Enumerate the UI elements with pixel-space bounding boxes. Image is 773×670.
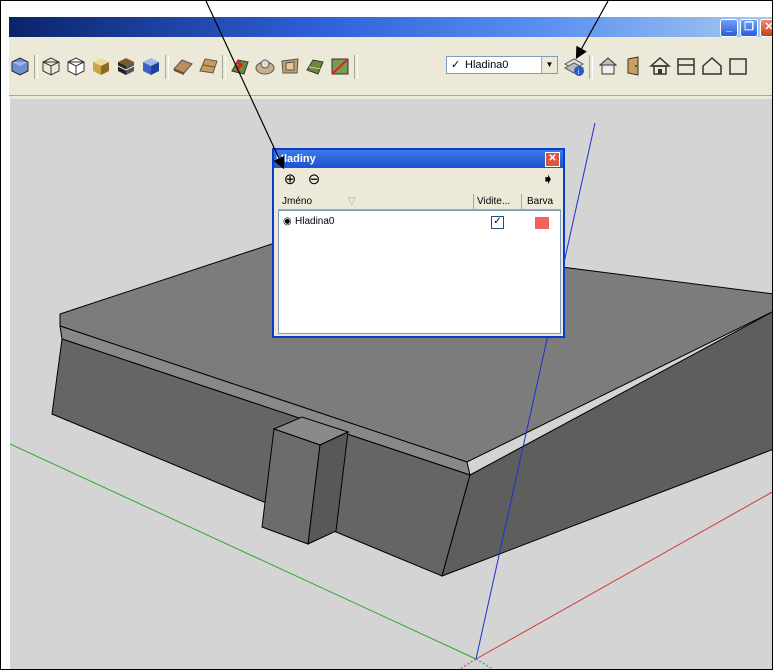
flip-edge-icon[interactable]: [329, 55, 351, 77]
layer-row[interactable]: ◉ Hladina0 ✓: [279, 215, 560, 229]
remove-layer-button[interactable]: ⊖: [306, 172, 322, 188]
stamp-icon[interactable]: [279, 55, 301, 77]
column-color-header[interactable]: Barva: [527, 195, 553, 208]
house-3d-icon[interactable]: [597, 55, 619, 77]
app-titlebar: [9, 17, 772, 37]
layers-list: ◉ Hladina0 ✓: [278, 210, 561, 334]
layers-table-header: Jméno ▽ Vidite... Barva: [278, 194, 561, 210]
visible-checkbox[interactable]: ✓: [491, 216, 504, 229]
green-axis-neg: [475, 658, 494, 669]
active-layer-radio[interactable]: ◉: [283, 215, 292, 229]
sort-indicator-icon: ▽: [348, 196, 356, 207]
drape-icon[interactable]: [304, 55, 326, 77]
layers-dialog: Hladiny ✕ ⊕ ⊖ ➧ Jméno ▽ Vidite... Barva …: [272, 148, 565, 338]
top-margin: [1, 1, 772, 17]
sandbox-contours-icon[interactable]: [229, 55, 251, 77]
monochrome-style-icon[interactable]: [140, 55, 162, 77]
layer-color-swatch[interactable]: [535, 217, 549, 229]
details-arrow-icon[interactable]: ➧: [540, 172, 556, 188]
red-axis-neg: [459, 658, 477, 669]
toolbar-row: ✓ Hladina0 ▼ i: [9, 53, 772, 79]
house-side-icon[interactable]: [701, 55, 723, 77]
layer-dropdown[interactable]: ✓ Hladina0 ▼: [446, 56, 558, 74]
house-outline-icon[interactable]: [649, 55, 671, 77]
close-button[interactable]: ✕: [760, 19, 772, 37]
wireframe-style-icon[interactable]: [65, 55, 87, 77]
xray-style-icon[interactable]: [40, 55, 62, 77]
house-back-icon[interactable]: [727, 55, 749, 77]
layer-name: Hladina0: [295, 216, 335, 227]
terrain-icon[interactable]: [197, 55, 219, 77]
chevron-down-icon[interactable]: ▼: [541, 57, 557, 73]
shaded-style-icon[interactable]: [90, 55, 112, 77]
layer-check-icon: ✓: [451, 59, 461, 71]
dialog-title[interactable]: Hladiny: [274, 150, 563, 168]
layer-dropdown-value: Hladina0: [465, 59, 509, 71]
section-icon[interactable]: [172, 55, 194, 77]
toolbar-area: ✓ Hladina0 ▼ i: [9, 37, 772, 99]
view-iso-icon[interactable]: [9, 55, 31, 77]
house-front-icon[interactable]: [675, 55, 697, 77]
minimize-button[interactable]: _: [720, 19, 738, 37]
restore-button[interactable]: ❐: [740, 19, 758, 37]
smoove-icon[interactable]: [254, 55, 276, 77]
screenshot-frame: _ ❐ ✕ ✓ Hladina0 ▼ i Hladiny ✕ ⊕ ⊖ ➧ Jmé…: [0, 0, 773, 670]
layer-manager-icon[interactable]: i: [563, 55, 585, 77]
door-icon[interactable]: [623, 55, 645, 77]
dialog-close-button[interactable]: ✕: [545, 152, 560, 167]
textured-style-icon[interactable]: [115, 55, 137, 77]
column-visible-header[interactable]: Vidite...: [477, 195, 510, 208]
column-name-header[interactable]: Jméno: [282, 195, 312, 208]
add-layer-button[interactable]: ⊕: [282, 172, 298, 188]
